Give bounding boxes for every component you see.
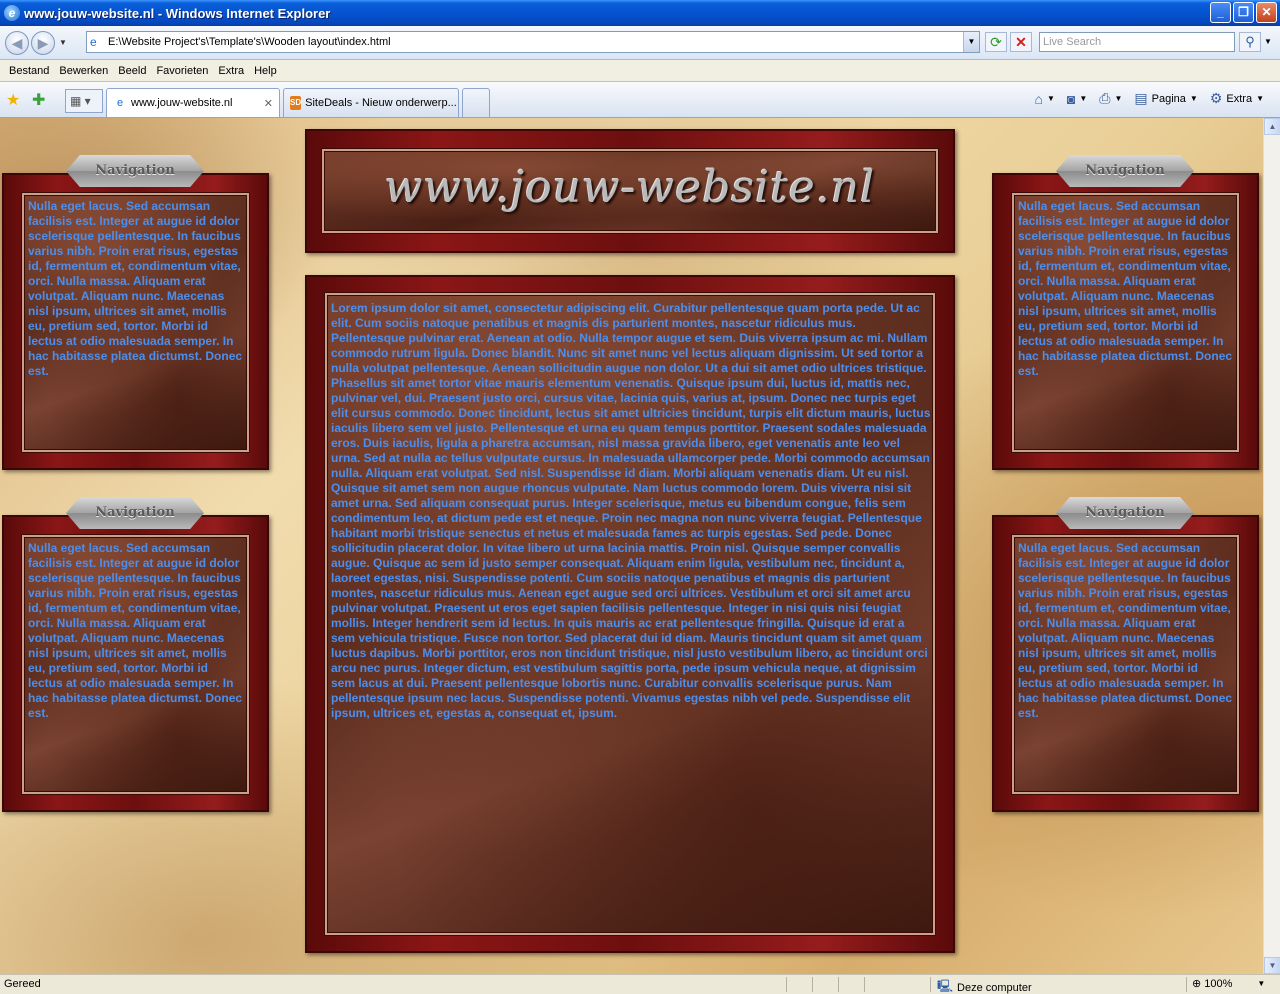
forward-button[interactable]: ▶ <box>31 30 55 55</box>
zoom-icon: ⊕ <box>1192 978 1202 990</box>
tab-sitedeals[interactable]: SD SiteDeals - Nieuw onderwerp... <box>283 88 459 117</box>
zoom-level: 100% <box>1204 977 1233 990</box>
home-icon[interactable]: ⌂ <box>1035 91 1043 107</box>
main-text: Lorem ipsum dolor sit amet, consectetur … <box>331 301 931 720</box>
nav-label-left-bottom[interactable]: Navigation <box>66 497 204 529</box>
status-bar: Gereed 🖳 Deze computer ⊕ 100% ▼ <box>0 974 1280 994</box>
minimize-button[interactable]: _ <box>1210 2 1231 23</box>
main-content-panel: Lorem ipsum dolor sit amet, consectetur … <box>305 275 955 953</box>
panel-inner: Nulla eget lacus. Sed accumsan facilisis… <box>22 193 249 452</box>
new-tab-button[interactable] <box>462 88 490 117</box>
side-text: Nulla eget lacus. Sed accumsan facilisis… <box>28 199 243 378</box>
left-bottom-panel: Nulla eget lacus. Sed accumsan facilisis… <box>2 515 269 812</box>
menu-bestand[interactable]: Bestand <box>4 65 54 77</box>
scroll-down-icon[interactable]: ▼ <box>1264 957 1280 974</box>
side-text: Nulla eget lacus. Sed accumsan facilisis… <box>1018 199 1233 378</box>
security-zone[interactable]: 🖳 Deze computer <box>937 977 1032 994</box>
page-icon: e <box>90 35 97 49</box>
tab-label: www.jouw-website.nl <box>131 97 233 109</box>
ie-logo-icon: e <box>4 5 20 21</box>
left-top-panel: Nulla eget lacus. Sed accumsan facilisis… <box>2 173 269 470</box>
refresh-button[interactable]: ⟳ <box>985 32 1007 52</box>
title-bar: e www.jouw-website.nl - Windows Internet… <box>0 0 1280 26</box>
window-controls: _ ❐ ✕ <box>1210 2 1277 23</box>
menu-help[interactable]: Help <box>249 65 282 77</box>
panel-inner: Nulla eget lacus. Sed accumsan facilisis… <box>1012 535 1239 794</box>
menu-bewerken[interactable]: Bewerken <box>54 65 113 77</box>
header-panel: www.jouw-website.nl <box>305 129 955 253</box>
tools-menu-button[interactable]: Extra <box>1226 93 1252 105</box>
nav-label-right-bottom[interactable]: Navigation <box>1056 497 1194 529</box>
search-input[interactable]: Live Search <box>1039 32 1235 52</box>
nav-label-right-top[interactable]: Navigation <box>1056 155 1194 187</box>
panel-inner: Nulla eget lacus. Sed accumsan facilisis… <box>1012 193 1239 452</box>
tab-bar: ★ ✚ ▦ ▾ e www.jouw-website.nl ✕ SD SiteD… <box>0 82 1280 118</box>
search-icon[interactable]: ⚲ <box>1239 32 1261 52</box>
side-text: Nulla eget lacus. Sed accumsan facilisis… <box>28 541 243 720</box>
address-bar: ◀ ▶ ▼ e E:\Website Project's\Template's\… <box>0 26 1280 60</box>
url-dropdown-icon[interactable]: ▼ <box>963 32 979 52</box>
right-top-panel: Nulla eget lacus. Sed accumsan facilisis… <box>992 173 1259 470</box>
right-bottom-panel: Nulla eget lacus. Sed accumsan facilisis… <box>992 515 1259 812</box>
tab-close-icon[interactable]: ✕ <box>264 97 273 110</box>
gear-icon: ⚙ <box>1209 90 1223 106</box>
close-button[interactable]: ✕ <box>1256 2 1277 23</box>
side-text: Nulla eget lacus. Sed accumsan facilisis… <box>1018 541 1233 720</box>
vertical-scrollbar[interactable]: ▲ ▼ <box>1263 118 1280 974</box>
stop-button[interactable]: ✕ <box>1010 32 1032 52</box>
add-favorite-icon[interactable]: ✚ <box>32 90 45 110</box>
zone-label: Deze computer <box>957 981 1032 994</box>
page-menu-icon: ▤ <box>1134 90 1148 106</box>
url-text[interactable]: E:\Website Project's\Template's\Wooden l… <box>108 36 391 48</box>
favorites-star-icon[interactable]: ★ <box>6 90 20 110</box>
maximize-button[interactable]: ❐ <box>1233 2 1254 23</box>
zoom-dropdown-icon[interactable]: ▼ <box>1257 979 1265 988</box>
computer-icon: 🖳 <box>937 979 954 993</box>
panel-inner: Nulla eget lacus. Sed accumsan facilisis… <box>22 535 249 794</box>
tab-label: SiteDeals - Nieuw onderwerp... <box>305 97 457 109</box>
tab-page-icon: e <box>116 97 124 109</box>
search-options-dropdown-icon[interactable]: ▼ <box>1262 32 1274 52</box>
rss-feed-icon[interactable]: ◙ <box>1067 91 1075 107</box>
page-menu-button[interactable]: Pagina <box>1152 93 1186 105</box>
quick-tabs-button[interactable]: ▦ ▾ <box>65 89 103 113</box>
window-title: www.jouw-website.nl - Windows Internet E… <box>24 5 331 21</box>
nav-label-left-top[interactable]: Navigation <box>66 155 204 187</box>
url-field[interactable]: e E:\Website Project's\Template's\Wooden… <box>86 31 980 53</box>
tab-jouw-website[interactable]: e www.jouw-website.nl ✕ <box>106 88 280 117</box>
header-inner: www.jouw-website.nl <box>322 149 938 233</box>
command-bar: ⌂ ▼ ◙ ▼ ⎙ ▼ ▤ Pagina ▼ ⚙ Extra ▼ <box>1034 90 1265 107</box>
menu-bar: Bestand Bewerken Beeld Favorieten Extra … <box>0 60 1280 82</box>
site-title[interactable]: www.jouw-website.nl <box>324 151 936 225</box>
menu-favorieten[interactable]: Favorieten <box>151 65 213 77</box>
scroll-up-icon[interactable]: ▲ <box>1264 118 1280 135</box>
menu-extra[interactable]: Extra <box>213 65 249 77</box>
print-icon[interactable]: ⎙ <box>1099 90 1110 107</box>
sitedeals-icon: SD <box>290 96 302 110</box>
menu-beeld[interactable]: Beeld <box>113 65 151 77</box>
history-dropdown-icon[interactable]: ▼ <box>59 38 67 47</box>
back-button[interactable]: ◀ <box>5 30 29 55</box>
status-text: Gereed <box>4 978 41 990</box>
page-viewport: Nulla eget lacus. Sed accumsan facilisis… <box>0 118 1263 974</box>
zoom-control[interactable]: ⊕ 100% ▼ <box>1192 977 1265 991</box>
main-inner: Lorem ipsum dolor sit amet, consectetur … <box>325 293 935 935</box>
